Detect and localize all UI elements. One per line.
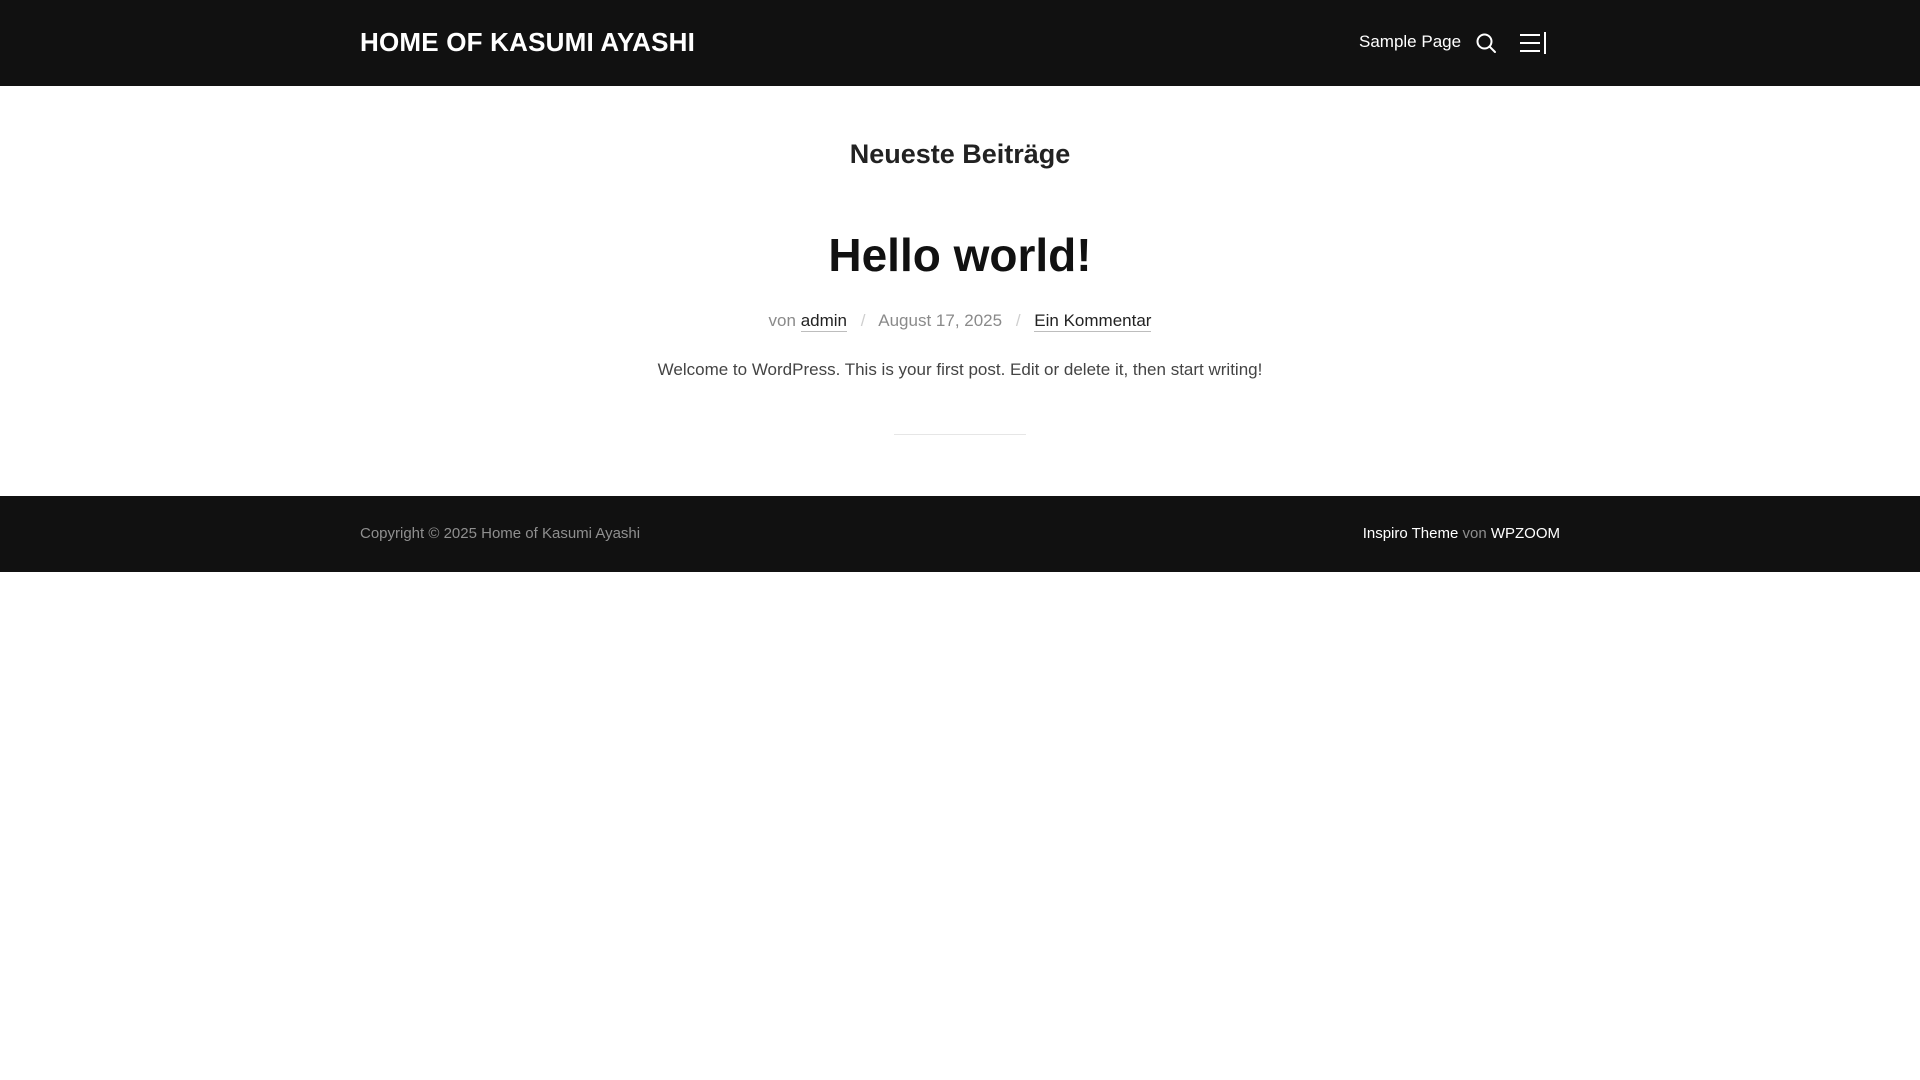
page-title: Neueste Beiträge xyxy=(849,139,1071,169)
post-author-link[interactable]: admin xyxy=(800,311,847,332)
meta-separator: / xyxy=(860,311,866,330)
footer-credits: Inspiro Theme von WPZOOM xyxy=(1363,524,1560,544)
credits-by: von xyxy=(1462,525,1487,542)
post-excerpt: Welcome to WordPress. This is your first… xyxy=(657,360,1263,379)
copyright-text: Copyright © 2025 Home of Kasumi Ayashi xyxy=(360,525,641,542)
post-author-prefix: von xyxy=(768,311,796,330)
post-title[interactable]: Hello world! xyxy=(0,223,1920,287)
post-meta: von admin / August 17, 2025 / Ein Kommen… xyxy=(0,309,1920,333)
site-title-link[interactable]: HOME OF KASUMI AYASHI xyxy=(360,25,695,59)
post-title-link[interactable]: Hello world! xyxy=(828,229,1091,281)
theme-link[interactable]: Inspiro Theme xyxy=(1363,525,1459,542)
nav-item-sample-page[interactable]: Sample Page xyxy=(1359,31,1461,53)
sidebar-toggle-icon[interactable] xyxy=(1520,32,1546,54)
meta-separator: / xyxy=(1015,311,1021,330)
site-header: HOME OF KASUMI AYASHI Sample Page xyxy=(0,0,1920,86)
vendor-link[interactable]: WPZOOM xyxy=(1491,525,1560,542)
site-footer: Copyright © 2025 Home of Kasumi Ayashi I… xyxy=(0,496,1920,572)
post-comments-link[interactable]: Ein Kommentar xyxy=(1034,311,1152,332)
post-divider xyxy=(894,434,1026,435)
post-date: August 17, 2025 xyxy=(878,311,1003,330)
search-icon[interactable] xyxy=(1474,31,1498,55)
